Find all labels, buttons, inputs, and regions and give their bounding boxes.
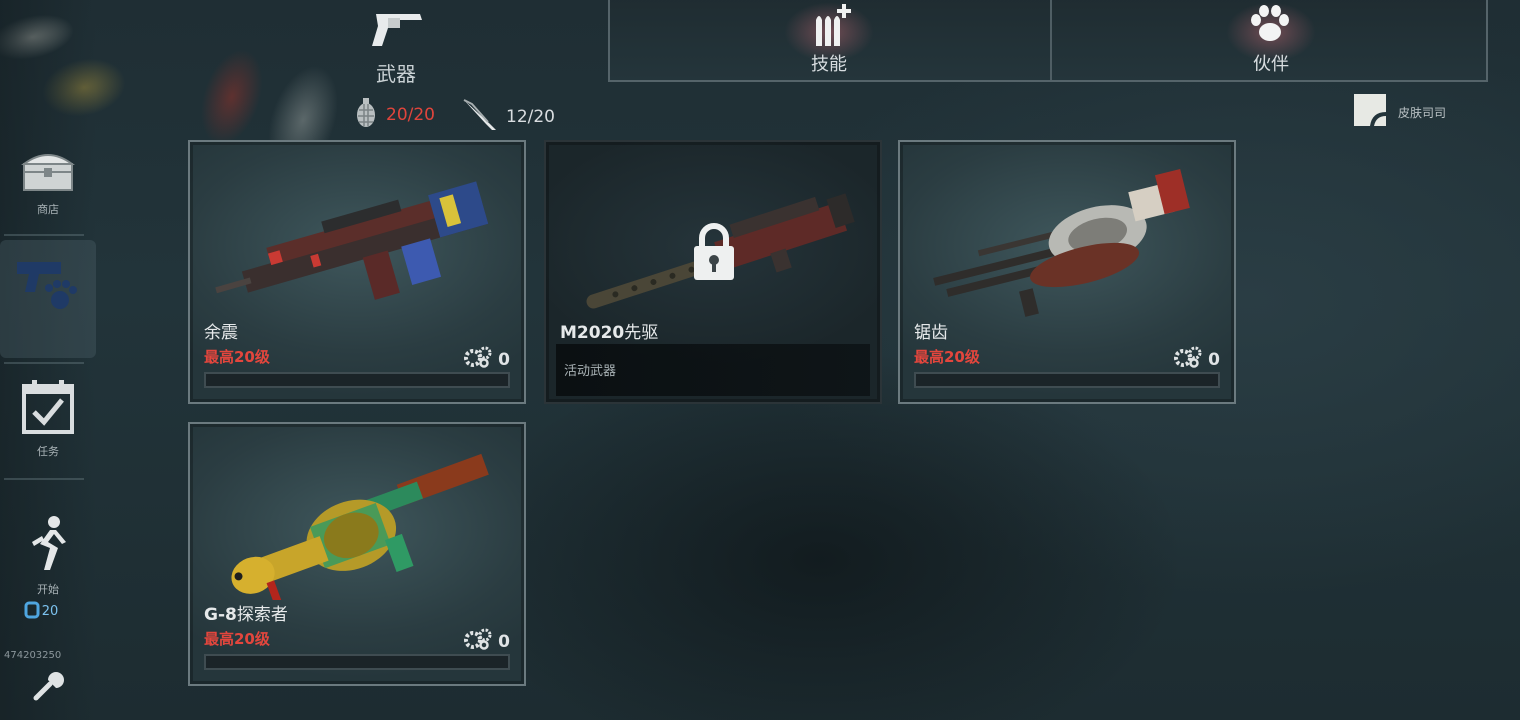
gears-icon <box>1174 346 1202 373</box>
weapon-name-prefix: G-8 <box>204 605 237 625</box>
skin-card-icon <box>1352 92 1388 132</box>
weapon-parts: 0 <box>464 346 510 373</box>
sidebar-item-arsenal[interactable] <box>0 240 96 358</box>
divider <box>4 234 84 236</box>
divider <box>4 478 84 480</box>
weapon-image <box>215 181 489 300</box>
weapon-parts: 0 <box>464 628 510 655</box>
grenade-icon <box>354 96 378 133</box>
tab-skills-label: 技能 <box>811 54 847 75</box>
weapon-name: M2020先驱 <box>560 318 658 343</box>
energy-icon <box>24 601 40 622</box>
upgrade-progress-bar <box>204 372 510 388</box>
primary-ammo-counter: 20/20 <box>354 96 435 133</box>
running-man-icon <box>26 516 70 577</box>
gun-paw-icon <box>13 256 83 319</box>
upgrade-progress-bar <box>914 372 1220 388</box>
weapon-parts-count: 0 <box>498 631 510 652</box>
calendar-check-icon <box>20 380 76 439</box>
weapon-card-sawtooth[interactable]: 锯齿 最高20级 0 <box>898 140 1236 404</box>
treasure-chest-icon <box>18 154 78 197</box>
weapon-card-m2020[interactable]: M2020先驱 活动武器 <box>544 140 882 404</box>
weapon-name: 余震 <box>204 323 238 343</box>
sidebar-item-tasks[interactable]: 任务 <box>0 378 96 468</box>
start-cost: 20 <box>41 604 59 619</box>
weapon-name-suffix: 探索者 <box>236 605 288 625</box>
weapon-card-g8[interactable]: G-8探索者 最高20级 0 <box>188 422 526 686</box>
gears-icon <box>464 346 492 373</box>
tab-weapons[interactable]: 武器 <box>356 0 436 88</box>
revolver-icon <box>368 4 426 54</box>
weapon-name-suffix: 先驱 <box>624 323 659 343</box>
skin-button[interactable]: 皮肤司司 <box>1352 92 1446 132</box>
melee-value: 12/20 <box>506 106 555 127</box>
player-id: 474203250 <box>4 650 62 661</box>
weapon-name: G-8探索者 <box>204 600 288 625</box>
sidebar-item-shop[interactable]: 商店 <box>0 146 96 230</box>
sidebar: 商店 任务 开始 20 474203250 <box>0 0 96 720</box>
top-tab-bar: 技能 伙伴 <box>608 0 1488 82</box>
weapon-level: 最高20级 <box>204 348 270 366</box>
skin-button-label: 皮肤司司 <box>1398 105 1447 120</box>
tab-partners-label: 伙伴 <box>1253 54 1289 75</box>
gears-icon <box>464 628 492 655</box>
sidebar-item-label: 任务 <box>37 445 59 458</box>
sidebar-item-label: 商店 <box>37 203 59 216</box>
event-weapon-note: 活动武器 <box>556 344 870 396</box>
tab-partners[interactable]: 伙伴 <box>1052 0 1490 80</box>
tab-skills[interactable]: 技能 <box>610 0 1048 80</box>
weapon-parts-count: 0 <box>498 349 510 370</box>
weapon-level: 最高20级 <box>204 630 270 648</box>
weapon-level: 最高20级 <box>914 348 980 366</box>
upgrade-progress-bar <box>204 654 510 670</box>
weapon-name-prefix: M2020 <box>560 323 625 343</box>
start-button[interactable]: 开始 20 <box>0 514 96 634</box>
lock-icon <box>692 220 736 286</box>
settings-button[interactable] <box>0 668 96 708</box>
weapon-parts-count: 0 <box>1208 349 1220 370</box>
weapon-card-aftershock[interactable]: 余震 最高20级 0 <box>188 140 526 404</box>
weapon-image <box>231 453 489 600</box>
wrench-icon <box>30 672 66 707</box>
weapon-parts: 0 <box>1174 346 1220 373</box>
paw-icon <box>1248 4 1292 48</box>
bullets-plus-icon <box>812 2 856 52</box>
primary-ammo-value: 20/20 <box>386 104 435 125</box>
melee-counter: 12/20 <box>462 96 555 137</box>
sidebar-item-label: 开始 <box>37 583 59 596</box>
weapon-image <box>933 169 1190 317</box>
weapon-name: 锯齿 <box>914 323 948 343</box>
divider <box>4 362 84 364</box>
tab-weapons-label: 武器 <box>376 62 416 86</box>
knife-icon <box>462 96 498 137</box>
